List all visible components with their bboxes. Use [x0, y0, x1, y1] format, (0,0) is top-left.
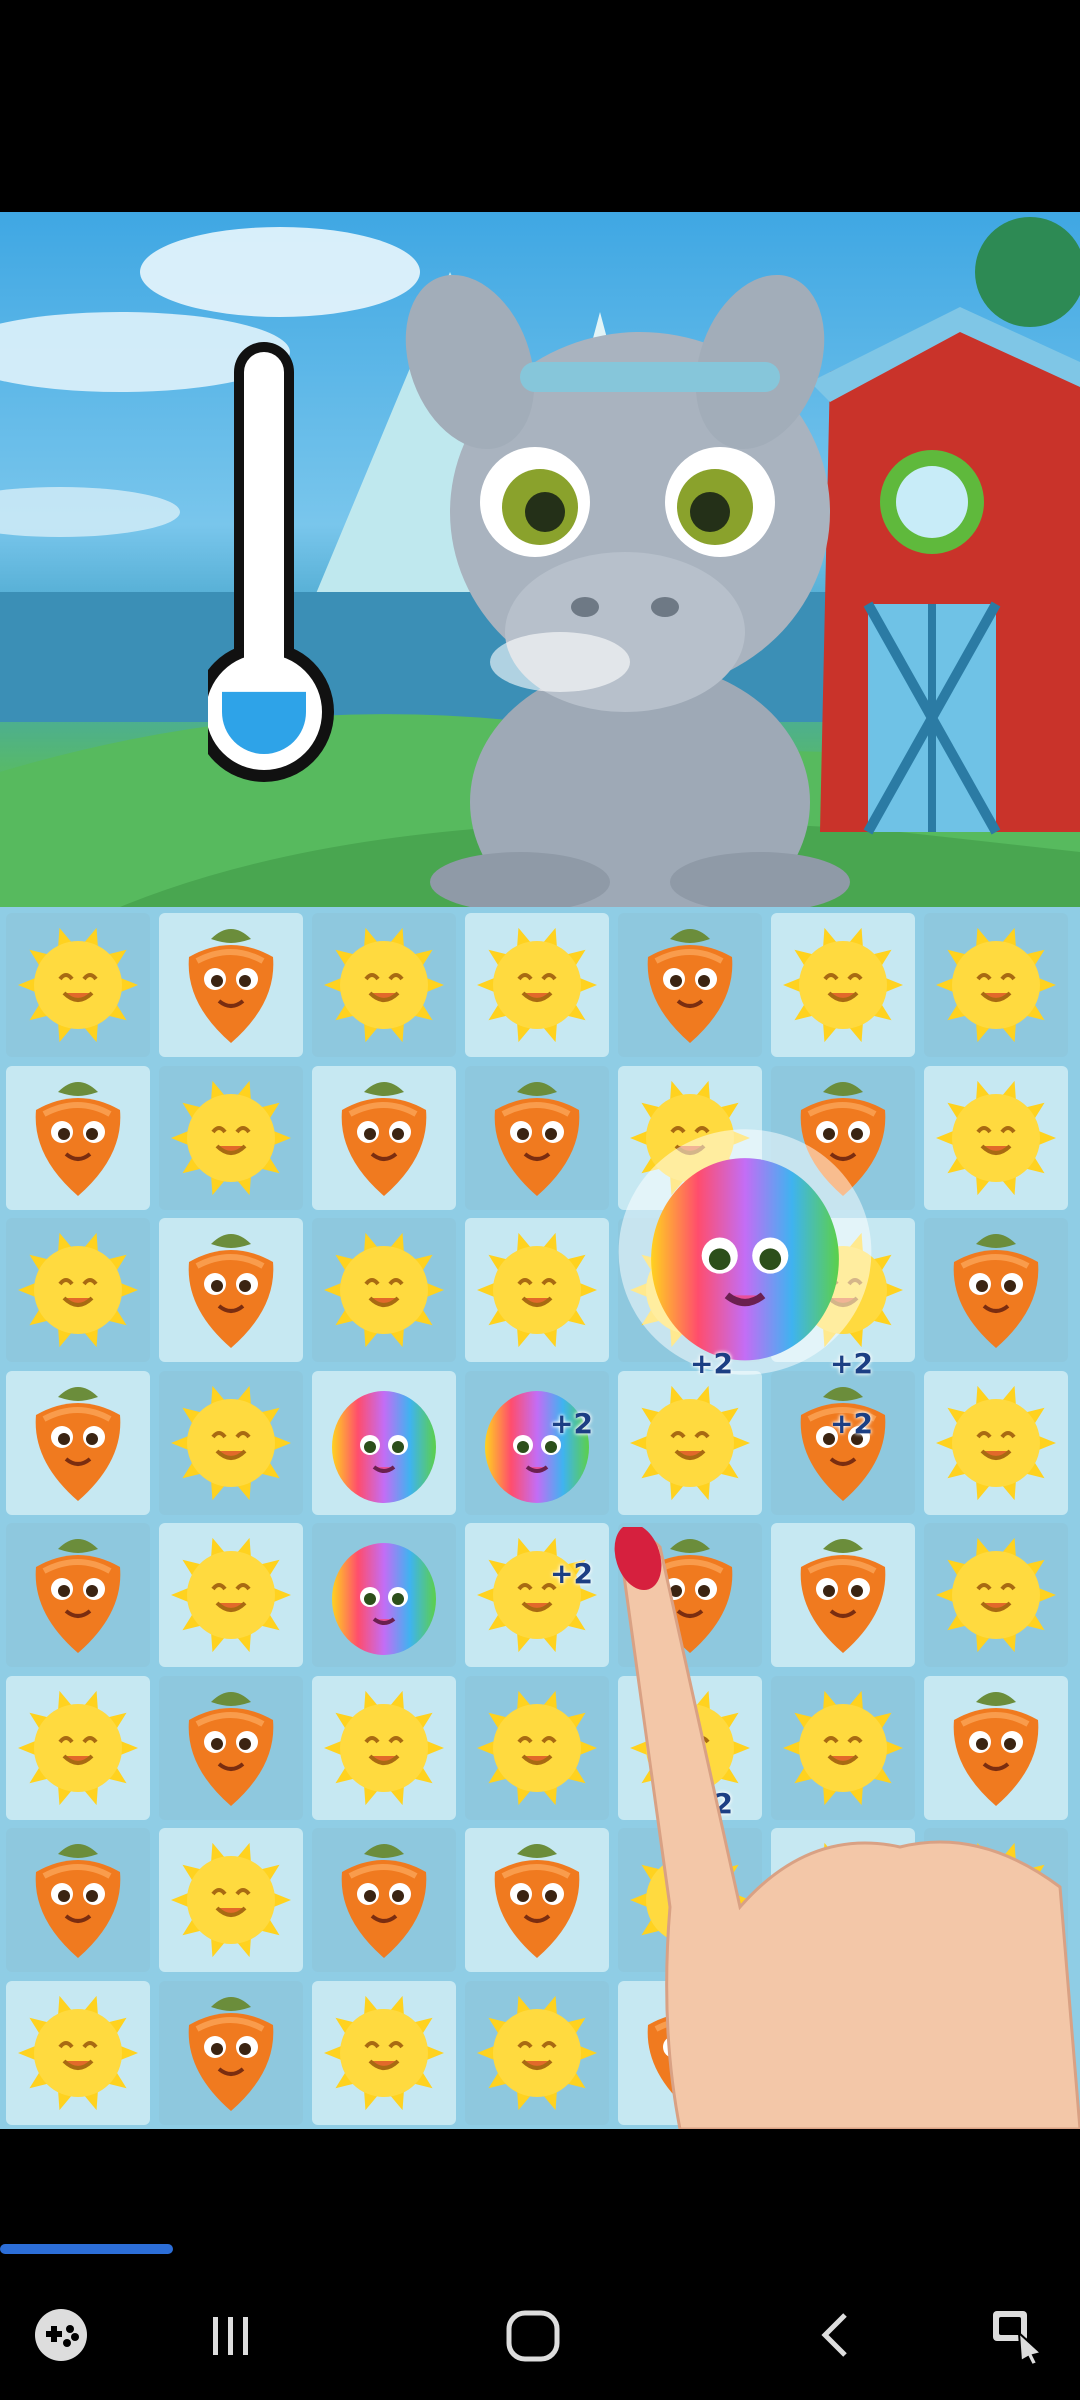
- board-tile-sun[interactable]: [465, 1523, 609, 1667]
- pointing-hand: [600, 1523, 1080, 2131]
- board-tile-sun[interactable]: [312, 1980, 456, 2125]
- game-launcher-icon[interactable]: [16, 2290, 106, 2380]
- board-tile-carrot[interactable]: [6, 1065, 150, 1210]
- board-tile-sun[interactable]: [618, 1370, 762, 1515]
- score-popup: +2: [830, 1407, 873, 1440]
- board-tile-sun[interactable]: [6, 913, 150, 1057]
- board-tile-sun[interactable]: [159, 1828, 303, 1972]
- board-tile-sun[interactable]: [924, 913, 1068, 1057]
- farm-scene: [0, 212, 1080, 907]
- board-tile-carrot[interactable]: [6, 1828, 150, 1972]
- board-tile-carrot[interactable]: [159, 1218, 303, 1362]
- rainbow-booster[interactable]: [615, 1122, 875, 1382]
- video-progress-fill: [0, 2244, 173, 2254]
- score-popup: +2: [550, 1407, 593, 1440]
- board-tile-carrot[interactable]: [312, 1828, 456, 1972]
- navigation-bar: [0, 2270, 1080, 2400]
- board-tile-carrot[interactable]: [771, 1370, 915, 1515]
- board-tile-carrot[interactable]: [6, 1523, 150, 1667]
- home-icon[interactable]: [488, 2290, 578, 2380]
- board-tile-carrot[interactable]: [6, 1370, 150, 1515]
- board-tile-sun[interactable]: [312, 1675, 456, 1820]
- screenshot-icon[interactable]: [974, 2290, 1064, 2380]
- back-icon[interactable]: [790, 2290, 880, 2380]
- board-tile-sun[interactable]: [465, 1218, 609, 1362]
- board-tile-carrot[interactable]: [159, 913, 303, 1057]
- scene-art: [0, 217, 1080, 907]
- board-tile-sun[interactable]: [159, 1065, 303, 1210]
- board-tile-sun[interactable]: [465, 1675, 609, 1820]
- board-tile-sun[interactable]: [924, 1065, 1068, 1210]
- board-tile-sun[interactable]: [6, 1980, 150, 2125]
- board-tile-sun[interactable]: [465, 1980, 609, 2125]
- thermometer: [194, 332, 334, 907]
- board-tile-carrot[interactable]: [618, 913, 762, 1057]
- board-tile-sun[interactable]: [6, 1218, 150, 1362]
- score-popup: +2: [830, 1347, 873, 1380]
- board-tile-sun[interactable]: [312, 1218, 456, 1362]
- board-tile-carrot[interactable]: [159, 1675, 303, 1820]
- board-tile-sun[interactable]: [159, 1523, 303, 1667]
- score-popup: +2: [550, 1557, 593, 1590]
- status-bar-area: [0, 0, 1080, 212]
- board-tile-sun[interactable]: [6, 1675, 150, 1820]
- board-tile-rainbow[interactable]: [312, 1370, 456, 1515]
- board-tile-sun[interactable]: [924, 1370, 1068, 1515]
- board-tile-sun[interactable]: [771, 913, 915, 1057]
- board-tile-rainbow[interactable]: [465, 1370, 609, 1515]
- board-tile-carrot[interactable]: [159, 1980, 303, 2125]
- board-tile-carrot[interactable]: [924, 1218, 1068, 1362]
- recent-apps-icon[interactable]: [186, 2290, 276, 2380]
- board-tile-sun[interactable]: [312, 913, 456, 1057]
- board-tile-carrot[interactable]: [465, 1828, 609, 1972]
- score-popup: +2: [690, 1347, 733, 1380]
- board-tile-sun[interactable]: [159, 1370, 303, 1515]
- board-tile-sun[interactable]: [465, 913, 609, 1057]
- board-tile-rainbow[interactable]: [312, 1523, 456, 1667]
- video-progress-bar[interactable]: [0, 2244, 1080, 2254]
- board-tile-carrot[interactable]: [312, 1065, 456, 1210]
- board-tile-carrot[interactable]: [465, 1065, 609, 1210]
- game-board: +2+2+2+2+2+2: [0, 907, 1080, 2131]
